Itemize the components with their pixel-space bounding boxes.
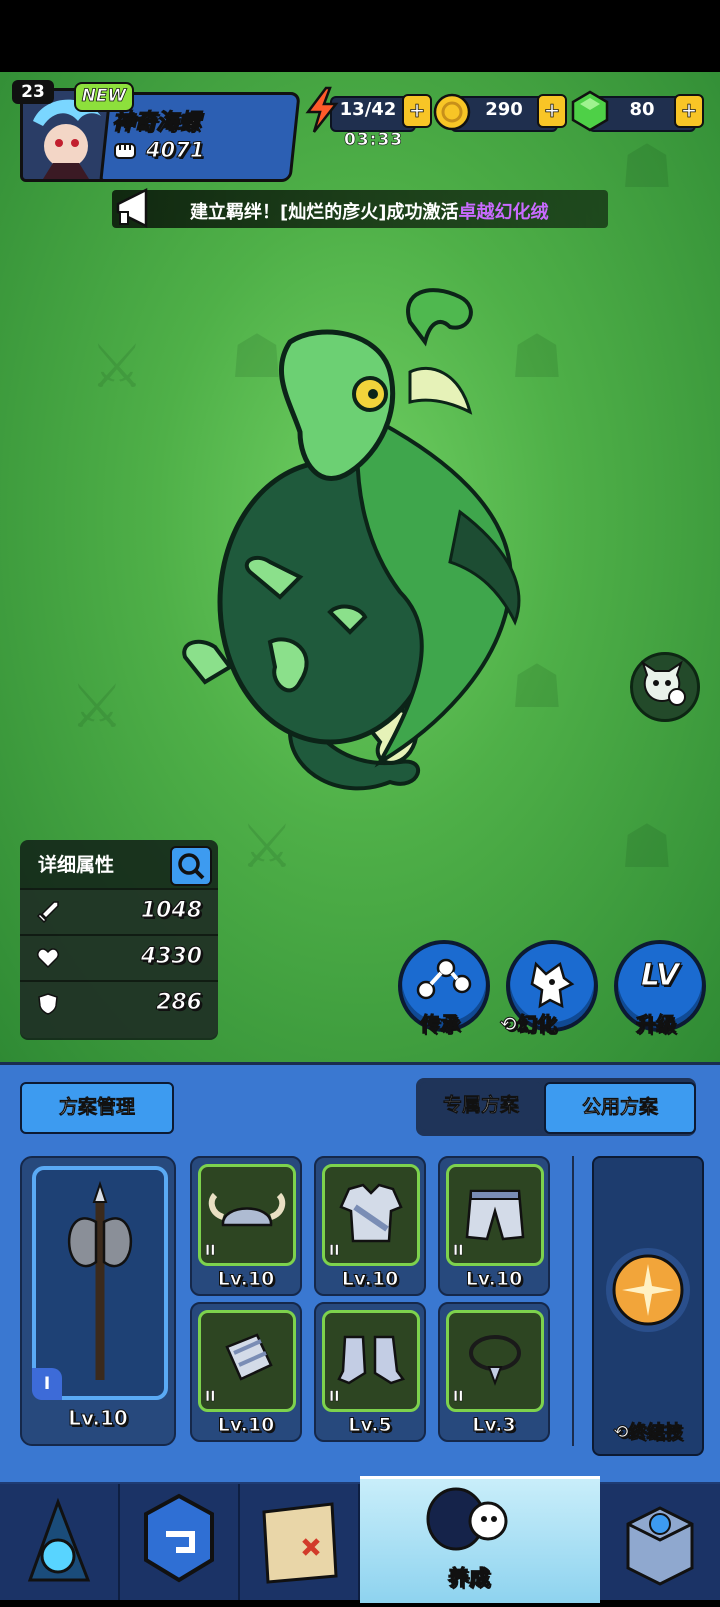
slot-frame: II <box>446 1164 544 1266</box>
equipment-slot-helmet[interactable]: II Lv.10 <box>190 1156 302 1296</box>
weapon-frame: I <box>32 1166 168 1400</box>
nav-map[interactable] <box>240 1484 360 1600</box>
equipment-level: Lv.10 <box>217 1414 275 1437</box>
ultimate-skill-label: ⟲终结技 <box>594 1418 702 1444</box>
tab-exclusive-scheme[interactable]: 专属方案 <box>420 1082 542 1130</box>
stats-title: 详细属性 <box>38 854 115 876</box>
sword-icon <box>36 901 59 924</box>
new-badge: NEW <box>74 82 134 112</box>
stats-detail-button[interactable] <box>170 846 212 886</box>
power-fist-icon <box>114 143 136 159</box>
nav-battle[interactable] <box>0 1484 120 1600</box>
upgrade-label: 升级 <box>636 1012 677 1037</box>
inherit-label: 传承 <box>420 1012 461 1037</box>
energy-timer: 03:33 <box>344 130 404 151</box>
energy-value: 13/42 <box>339 99 397 120</box>
equipment-slot-armor[interactable]: II Lv.10 <box>314 1156 426 1296</box>
add-energy-button[interactable]: + <box>402 94 432 128</box>
ultimate-skill-label-text: 终结技 <box>628 1422 683 1444</box>
slot-frame: II <box>198 1164 296 1266</box>
swap-icon: ⟲ <box>613 1422 629 1444</box>
health-value: 4330 <box>140 944 202 970</box>
gold-coin-icon <box>433 93 471 131</box>
shield-icon <box>38 993 58 1015</box>
gold-value: 290 <box>485 99 523 120</box>
equipment-tier: II <box>453 1243 464 1260</box>
tab-public-scheme[interactable]: 公用方案 <box>544 1082 696 1134</box>
equipment-slot-pants[interactable]: II Lv.10 <box>438 1156 550 1296</box>
equipment-tier: II <box>205 1243 216 1260</box>
announcement-text: 建立羁绊！[灿烂的彦火]成功激活卓越幻化绒 <box>190 198 548 224</box>
scheme-manage-button[interactable]: 方案管理 <box>20 1082 174 1134</box>
equipment-tier: II <box>453 1389 464 1406</box>
megaphone-icon <box>116 187 148 229</box>
equipment-slot-boots[interactable]: II Lv.5 <box>314 1302 426 1442</box>
equipment-level: Lv.10 <box>217 1268 275 1291</box>
equipment-tier: II <box>205 1389 216 1406</box>
swap-icon: ⟲ <box>500 1012 518 1037</box>
equipment-level: Lv.3 <box>472 1414 516 1437</box>
announcement-prefix: 建立羁绊！[灿烂的彦火]成功激活 <box>190 202 459 223</box>
health-row: 4330 <box>20 934 218 980</box>
weapon-slot[interactable]: I Lv.10 <box>20 1156 176 1446</box>
equipment-tier: II <box>329 1389 340 1406</box>
attack-row: 1048 <box>20 888 218 934</box>
player-level-badge: 23 <box>12 80 54 104</box>
equipment-slot-necklace[interactable]: II Lv.3 <box>438 1302 550 1442</box>
panel-divider <box>572 1156 574 1446</box>
slot-frame: II <box>446 1310 544 1412</box>
add-gold-button[interactable]: + <box>537 94 567 128</box>
transform-label-text: 幻化 <box>516 1012 557 1037</box>
attack-value: 1048 <box>140 898 202 924</box>
shop-box-icon <box>626 1506 694 1586</box>
nav-shop[interactable] <box>600 1484 720 1600</box>
equipment-level: Lv.10 <box>341 1268 399 1291</box>
equipment-level: Lv.5 <box>348 1414 392 1437</box>
green-gem-icon <box>571 90 609 132</box>
hexagon-badge-icon <box>144 1493 214 1583</box>
nav-develop-label: 养成 <box>448 1566 491 1591</box>
announcement-highlight: 卓越幻化绒 <box>458 202 549 223</box>
portal-icon <box>27 1497 91 1582</box>
slot-frame: II <box>198 1310 296 1412</box>
switch-pet-button[interactable] <box>630 652 700 722</box>
player-power: 4071 <box>145 138 205 163</box>
slot-frame: II <box>322 1164 420 1266</box>
defense-value: 286 <box>156 990 203 1016</box>
slot-frame: II <box>322 1310 420 1412</box>
defense-row: 286 <box>20 980 218 1038</box>
gem-value: 80 <box>629 99 655 120</box>
nav-cards[interactable] <box>120 1484 240 1600</box>
battle-axe-icon <box>67 1180 133 1380</box>
ultimate-skill-orb-icon <box>606 1248 690 1332</box>
equipment-level: Lv.10 <box>465 1268 523 1291</box>
lv-up-icon: LV <box>640 958 680 994</box>
monster-face-swap-icon <box>641 660 686 706</box>
add-gems-button[interactable]: + <box>674 94 704 128</box>
transform-label: ⟲幻化 <box>500 1008 558 1037</box>
energy-lightning-icon <box>305 86 339 133</box>
status-bar <box>0 0 720 72</box>
search-icon <box>178 853 205 880</box>
treasure-map-icon <box>262 1502 338 1584</box>
ultimate-skill-slot[interactable]: ⟲终结技 <box>592 1156 704 1456</box>
equipment-tier: II <box>329 1243 340 1260</box>
weapon-level: Lv.10 <box>68 1406 129 1431</box>
equipment-slot-bracer[interactable]: II Lv.10 <box>190 1302 302 1442</box>
heart-icon <box>37 948 59 969</box>
weapon-tier-badge: I <box>32 1368 62 1400</box>
